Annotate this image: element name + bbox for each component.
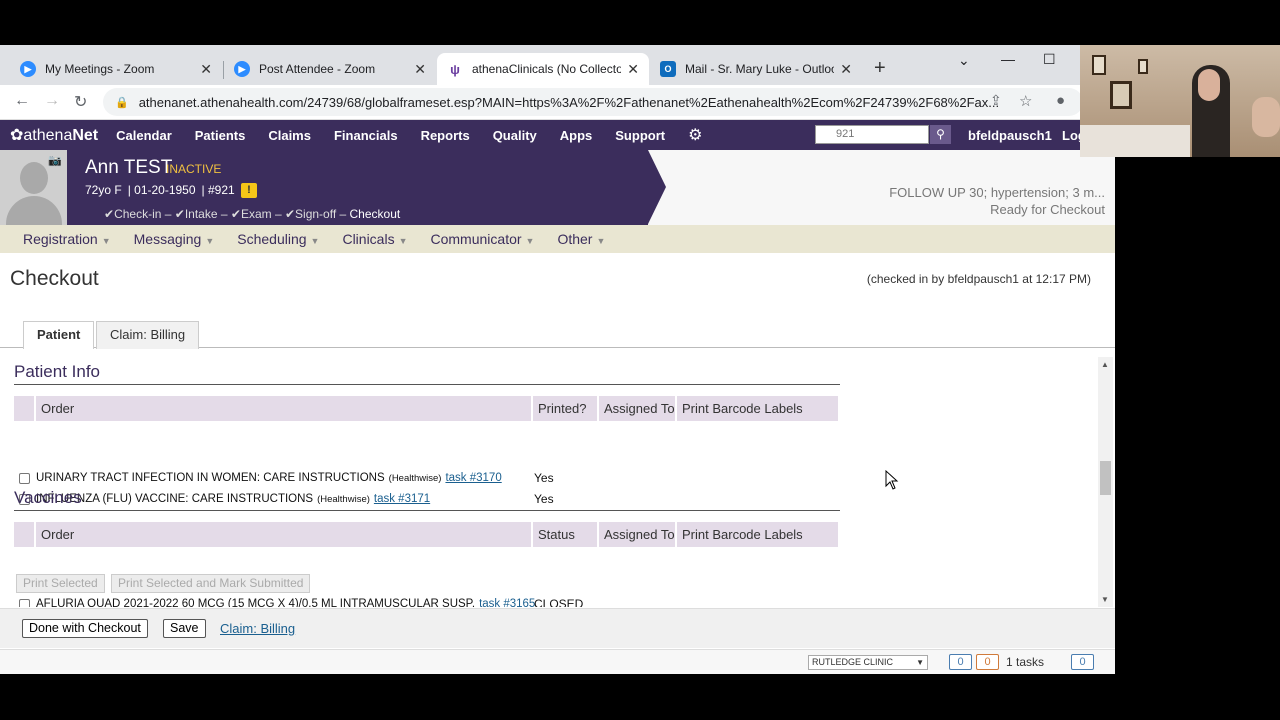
forward-icon[interactable]: → <box>44 92 60 110</box>
avatar[interactable]: 📷 <box>0 150 67 225</box>
chevron-down-icon: ▼ <box>916 658 924 667</box>
menu-registration[interactable]: Registration ▼ <box>23 231 111 247</box>
patient-status: INACTIVE <box>166 162 222 176</box>
tasks-count[interactable]: 1 tasks <box>1006 655 1044 669</box>
outlook-icon: O <box>660 61 676 77</box>
count-badge-blue[interactable]: 0 <box>949 654 972 670</box>
print-selected-mark-submitted-button[interactable]: Print Selected and Mark Submitted <box>111 574 311 593</box>
content-scrollbar[interactable]: ▲ ▼ <box>1098 357 1113 607</box>
webcam-video-overlay <box>1080 45 1280 157</box>
close-icon[interactable]: ✕ <box>200 61 212 78</box>
scrollbar-thumb[interactable] <box>1100 461 1111 495</box>
zoom-icon: ▶ <box>20 61 36 77</box>
menu-scheduling[interactable]: Scheduling ▼ <box>237 231 319 247</box>
checked-in-info: (checked in by bfeldpausch1 at 12:17 PM) <box>866 272 1091 286</box>
task-link[interactable]: task #3170 <box>445 472 501 484</box>
caret-down-icon: ▼ <box>398 236 408 246</box>
row-checkbox[interactable] <box>19 472 30 484</box>
nav-calendar[interactable]: Calendar <box>116 128 172 143</box>
back-icon[interactable]: ← <box>14 92 30 110</box>
nav-apps[interactable]: Apps <box>560 128 593 143</box>
checkout-content: Patient Info Order Printed? Assigned To … <box>0 350 1100 607</box>
caret-down-icon: ▼ <box>596 236 606 246</box>
tab-athena-clinicals[interactable]: ψ athenaClinicals (No Collector) \ ✕ <box>437 53 649 85</box>
close-icon[interactable]: ✕ <box>414 61 426 78</box>
tab-claim-billing[interactable]: Claim: Billing <box>96 321 200 349</box>
tab-strip: ▶ My Meetings - Zoom ✕ ▶ Post Attendee -… <box>0 45 1115 85</box>
camera-icon[interactable]: 📷 <box>48 154 62 167</box>
user-menu[interactable]: bfeldpausch1 <box>968 128 1052 143</box>
nav-reports[interactable]: Reports <box>421 128 470 143</box>
alert-icon[interactable]: ! <box>241 183 257 198</box>
star-icon[interactable]: ☆ <box>1019 92 1032 110</box>
caret-down-icon: ▼ <box>205 236 215 246</box>
new-tab-button[interactable]: + <box>874 57 886 80</box>
tab-search-icon[interactable]: ⌄ <box>958 52 970 69</box>
profile-icon[interactable]: ● <box>1056 92 1065 109</box>
minimize-button[interactable]: — <box>1001 51 1015 67</box>
claim-billing-link[interactable]: Claim: Billing <box>220 621 295 636</box>
nav-support[interactable]: Support <box>615 128 665 143</box>
share-icon[interactable]: ⇪ <box>990 92 1002 109</box>
tab-post-attendee[interactable]: ▶ Post Attendee - Zoom ✕ <box>224 53 436 85</box>
maximize-button[interactable]: ☐ <box>1043 51 1056 68</box>
row-checkbox[interactable] <box>19 598 30 607</box>
tab-patient[interactable]: Patient <box>23 321 95 349</box>
scroll-up-icon[interactable]: ▲ <box>1101 360 1109 369</box>
athena-top-nav: ✿athenaNet Calendar Patients Claims Fina… <box>0 120 1115 150</box>
checkout-tabs: Patient Claim: Billing <box>0 320 1115 349</box>
page-title: Checkout <box>10 267 99 290</box>
menu-other[interactable]: Other ▼ <box>557 231 605 247</box>
patient-search-input[interactable]: 921 <box>815 125 929 144</box>
caret-down-icon: ▼ <box>101 236 111 246</box>
clinic-select[interactable]: RUTLEDGE CLINIC ▼ <box>808 655 928 670</box>
patient-demographics: 72yo F | 01-20-1950 | #921 <box>85 183 235 197</box>
section-heading-vaccines: Vaccines <box>14 488 840 511</box>
status-bar: RUTLEDGE CLINIC ▼ 0 0 1 tasks 0 <box>0 649 1115 674</box>
section-heading-patient-info: Patient Info <box>14 362 840 385</box>
nav-claims[interactable]: Claims <box>268 128 311 143</box>
menu-messaging[interactable]: Messaging ▼ <box>134 231 215 247</box>
search-icon[interactable]: ⚲ <box>930 125 951 144</box>
lock-icon: 🔒 <box>115 96 129 109</box>
tab-outlook-mail[interactable]: O Mail - Sr. Mary Luke - Outlook ✕ <box>650 53 862 85</box>
nav-patients[interactable]: Patients <box>195 128 246 143</box>
patient-name[interactable]: Ann TEST <box>85 157 172 179</box>
patient-banner: 📷 Ann TEST INACTIVE 72yo F | 01-20-1950 | … <box>0 150 1115 225</box>
count-badge-orange[interactable]: 0 <box>976 654 999 670</box>
patient-menu-bar: Registration ▼ Messaging ▼ Scheduling ▼ Cli… <box>0 225 1115 253</box>
reload-icon[interactable]: ↻ <box>74 92 87 112</box>
tab-my-meetings[interactable]: ▶ My Meetings - Zoom ✕ <box>10 53 222 85</box>
workflow-steps: ✔Check-in – ✔Intake – ✔Exam – ✔Sign-off … <box>104 207 401 221</box>
caret-down-icon: ▼ <box>525 236 535 246</box>
athena-icon: ψ <box>447 61 463 77</box>
save-button[interactable]: Save <box>163 619 206 638</box>
menu-clinicals[interactable]: Clinicals ▼ <box>342 231 407 247</box>
caret-down-icon: ▼ <box>310 236 320 246</box>
url-text: athenanet.athenahealth.com/24739/68/glob… <box>138 94 1000 110</box>
athenanet-logo[interactable]: ✿athenaNet <box>10 125 98 145</box>
vaccines-table-header: Order Status Assigned To Print Barcode L… <box>14 522 842 547</box>
messages-badge[interactable]: 0 <box>1071 654 1094 670</box>
print-selected-button[interactable]: Print Selected <box>16 574 105 593</box>
table-row: URINARY TRACT INFECTION IN WOMEN: CARE I… <box>14 468 842 488</box>
task-link[interactable]: task #3165 <box>479 598 535 607</box>
checkout-footer: Done with Checkout Save Claim: Billing <box>0 608 1115 648</box>
browser-window: ▶ My Meetings - Zoom ✕ ▶ Post Attendee -… <box>0 45 1115 674</box>
close-icon[interactable]: ✕ <box>840 61 852 78</box>
mouse-cursor-icon <box>885 470 899 490</box>
table-row: AFLURIA QUAD 2021-2022 60 MCG (15 MCG X … <box>14 594 842 607</box>
browser-toolbar: ← → ↻ 🔒 athenanet.athenahealth.com/24739… <box>0 85 1115 120</box>
done-with-checkout-button[interactable]: Done with Checkout <box>22 619 148 638</box>
nav-financials[interactable]: Financials <box>334 128 398 143</box>
patient-info-table-header: Order Printed? Assigned To Print Barcode… <box>14 396 842 421</box>
gear-icon[interactable]: ⚙ <box>688 125 702 145</box>
encounter-summary: FOLLOW UP 30; hypertension; 3 m... Ready… <box>889 185 1105 217</box>
nav-quality[interactable]: Quality <box>493 128 537 143</box>
zoom-icon: ▶ <box>234 61 250 77</box>
close-icon[interactable]: ✕ <box>627 61 639 78</box>
scroll-down-icon[interactable]: ▼ <box>1101 595 1109 604</box>
menu-communicator[interactable]: Communicator ▼ <box>431 231 535 247</box>
address-bar[interactable]: 🔒 athenanet.athenahealth.com/24739/68/gl… <box>103 88 1083 116</box>
